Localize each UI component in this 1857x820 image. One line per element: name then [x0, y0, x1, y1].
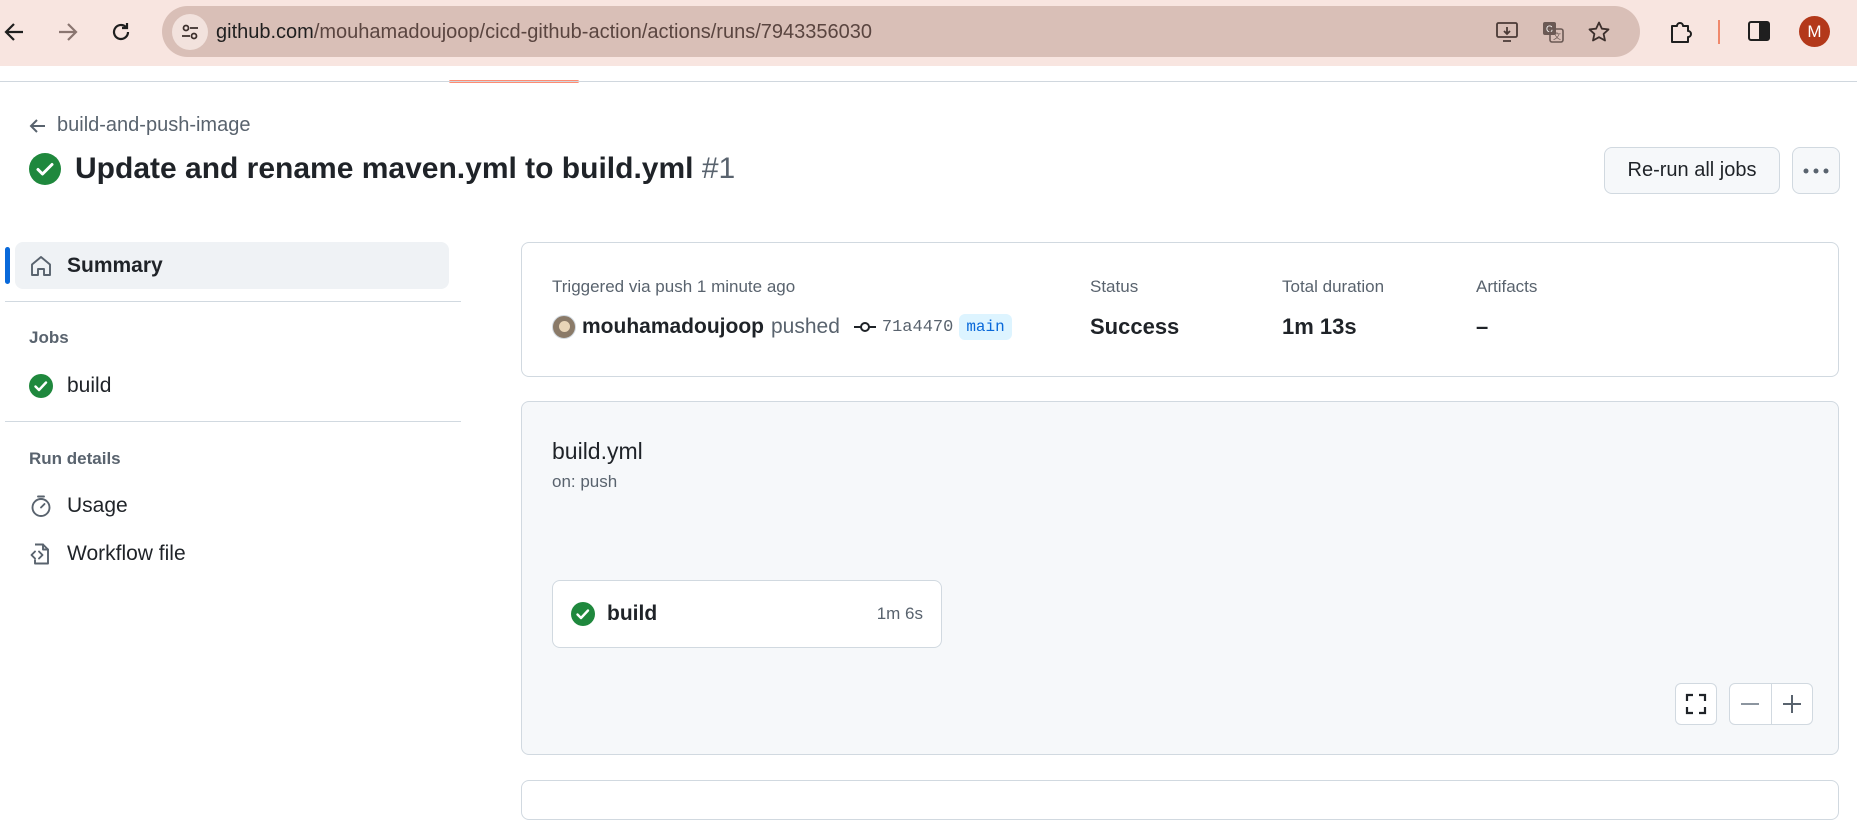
- status-value: Success: [1090, 314, 1180, 339]
- reload-icon[interactable]: [103, 14, 139, 50]
- git-commit-icon: [853, 322, 876, 332]
- plus-icon: [1782, 695, 1801, 713]
- branch-label[interactable]: main: [959, 314, 1012, 340]
- duration-label: Total duration: [1282, 277, 1385, 296]
- toolbar-separator: [1718, 20, 1720, 44]
- sidebar-usage-label: Usage: [67, 494, 128, 517]
- more-options-button[interactable]: [1792, 147, 1840, 194]
- job-name: build: [607, 602, 658, 625]
- job-duration: 1m 6s: [876, 604, 923, 623]
- run-title-text: Update and rename maven.yml to build.yml: [75, 152, 694, 185]
- rerun-all-jobs-button[interactable]: Re-run all jobs: [1604, 147, 1780, 194]
- zoom-controls: [1729, 683, 1813, 725]
- site-info-icon[interactable]: [172, 14, 208, 50]
- sidebar-jobs-heading: Jobs: [29, 328, 69, 347]
- artifacts-label: Artifacts: [1476, 277, 1538, 296]
- commit-sha-link[interactable]: 71a4470: [882, 318, 953, 337]
- check-circle-icon: [571, 602, 595, 626]
- home-icon: [31, 255, 51, 276]
- workflow-graph-panel: build.yml on: push build 1m 6s: [521, 401, 1839, 755]
- profile-avatar[interactable]: M: [1799, 16, 1830, 47]
- annotations-panel: [521, 780, 1839, 820]
- sidebar-job-label: build: [67, 374, 112, 397]
- workflow-name: build.yml: [552, 438, 643, 464]
- check-circle-icon: [29, 374, 53, 398]
- header-divider: [0, 81, 1857, 82]
- bookmark-star-icon[interactable]: [1586, 19, 1612, 45]
- fullscreen-icon: [1685, 693, 1707, 715]
- sidebar-summary-label: Summary: [67, 253, 163, 277]
- stopwatch-icon: [31, 495, 51, 517]
- sidebar-divider: [5, 421, 461, 422]
- run-number: #1: [701, 152, 736, 185]
- job-card-build[interactable]: build 1m 6s: [552, 580, 942, 648]
- file-code-icon: [30, 543, 49, 565]
- sidebar-item-workflow-file[interactable]: Workflow file: [29, 542, 186, 566]
- address-bar[interactable]: github.com/mouhamadoujoop/cicd-github-ac…: [162, 6, 1640, 57]
- back-link-label: build-and-push-image: [57, 114, 251, 136]
- svg-text:文: 文: [1553, 31, 1561, 41]
- url-host: github.com: [216, 21, 314, 43]
- zoom-out-button[interactable]: [1730, 684, 1771, 724]
- run-summary-panel: Triggered via push 1 minute ago mouhamad…: [521, 242, 1839, 377]
- install-app-icon[interactable]: [1494, 19, 1520, 45]
- minus-icon: [1741, 703, 1760, 705]
- artifacts-value: –: [1476, 314, 1489, 339]
- sidebar-divider: [5, 301, 461, 302]
- trigger-details: mouhamadoujoop pushed 71a4470 main: [552, 314, 1012, 340]
- sidebar-active-indicator: [5, 247, 10, 284]
- check-circle-icon: [29, 153, 61, 185]
- side-panel-icon[interactable]: [1744, 16, 1774, 46]
- sidebar-run-details-heading: Run details: [29, 449, 121, 468]
- workflow-trigger: on: push: [552, 472, 618, 491]
- back-to-workflow-link[interactable]: build-and-push-image: [29, 114, 250, 137]
- extensions-puzzle-icon[interactable]: [1666, 16, 1696, 46]
- sidebar-job-build[interactable]: build: [29, 374, 111, 398]
- forward-arrow-icon[interactable]: [50, 14, 86, 50]
- page-title: Update and rename maven.yml to build.yml…: [29, 152, 735, 186]
- triggered-text: Triggered via push 1 minute ago: [552, 277, 796, 296]
- status-label: Status: [1090, 277, 1139, 296]
- sidebar-item-usage[interactable]: Usage: [29, 494, 128, 518]
- push-action-text: pushed: [771, 315, 840, 338]
- fullscreen-button[interactable]: [1675, 683, 1717, 725]
- back-arrow-icon[interactable]: [0, 14, 32, 50]
- duration-value[interactable]: 1m 13s: [1282, 314, 1357, 340]
- url-text: github.com/mouhamadoujoop/cicd-github-ac…: [216, 21, 872, 44]
- zoom-in-button[interactable]: [1770, 684, 1812, 724]
- user-link[interactable]: mouhamadoujoop: [582, 315, 764, 339]
- translate-icon[interactable]: G文: [1540, 19, 1566, 45]
- url-path: /mouhamadoujoop/cicd-github-action/actio…: [313, 21, 872, 43]
- browser-toolbar: github.com/mouhamadoujoop/cicd-github-ac…: [0, 0, 1857, 66]
- sidebar-workflow-file-label: Workflow file: [67, 542, 186, 565]
- user-avatar[interactable]: [552, 315, 576, 339]
- arrow-left-icon: [29, 118, 45, 133]
- kebab-horizontal-icon: [1803, 168, 1829, 173]
- sidebar-item-summary[interactable]: Summary: [15, 242, 449, 289]
- run-title-heading: Update and rename maven.yml to build.yml…: [75, 152, 735, 186]
